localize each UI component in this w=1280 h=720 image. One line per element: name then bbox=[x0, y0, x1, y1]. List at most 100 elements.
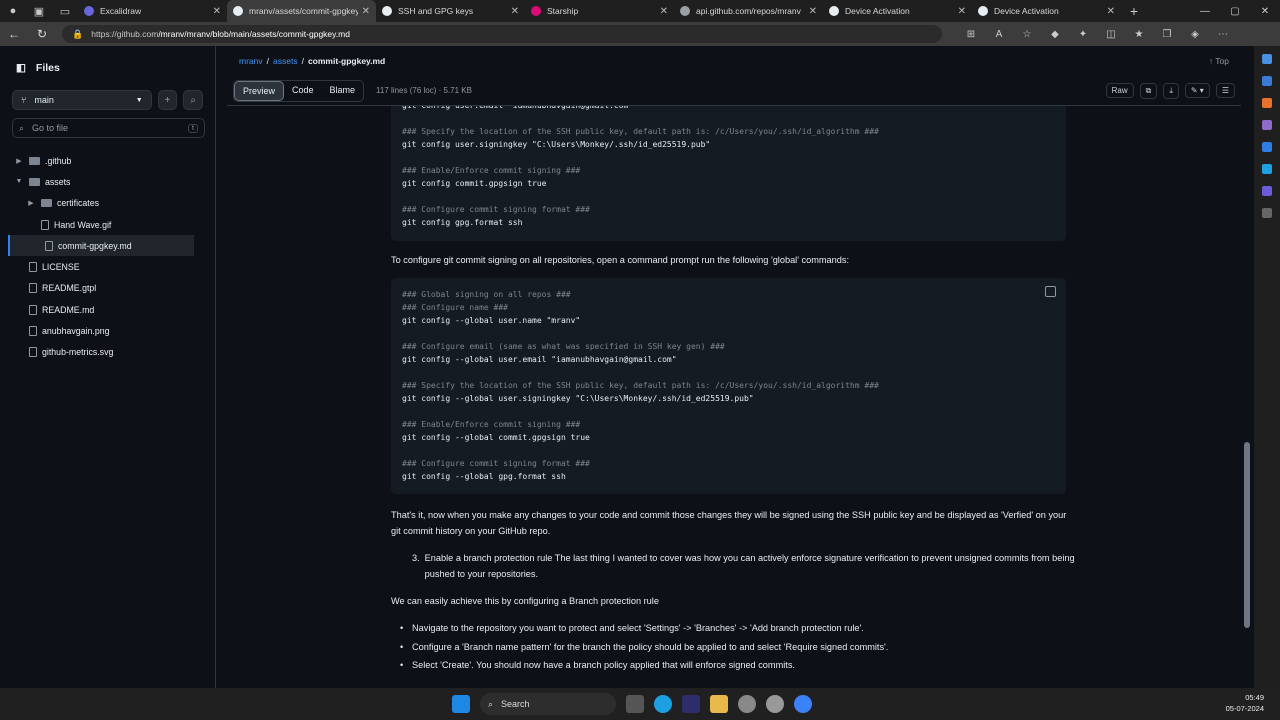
more-menu-icon[interactable]: ⋯ bbox=[1214, 29, 1232, 40]
file-icon bbox=[29, 347, 37, 358]
browser-tab[interactable]: SSH and GPG keys ✕ bbox=[376, 0, 525, 22]
read-aloud-icon[interactable]: A bbox=[990, 29, 1008, 40]
paragraph-global: To configure git commit signing on all r… bbox=[391, 255, 850, 265]
workspaces-icon[interactable]: ▣ bbox=[26, 0, 52, 22]
tree-item[interactable]: ▶ certificates bbox=[0, 193, 215, 214]
browser-tab[interactable]: Device Activation ✕ bbox=[972, 0, 1121, 22]
url-field[interactable]: 🔒 https://github.com/mranv/mranv/blob/ma… bbox=[62, 25, 942, 43]
outline-icon[interactable]: ☰ bbox=[1215, 83, 1235, 98]
profile-icon[interactable]: ● bbox=[0, 0, 26, 22]
tree-item[interactable]: commit-gpgkey.md bbox=[8, 235, 194, 257]
copy-icon[interactable] bbox=[1045, 286, 1056, 297]
add-file-button[interactable]: + bbox=[157, 90, 178, 110]
copilot-icon[interactable] bbox=[1262, 76, 1272, 86]
scrollbar-thumb[interactable] bbox=[1244, 442, 1250, 628]
system-clock[interactable]: 05:49 05-07-2024 bbox=[1226, 692, 1264, 714]
copy-icon[interactable]: ⧉ bbox=[1139, 82, 1158, 99]
browser-toolbar: ⊞ A ☆ ◆ ✦ ◫ ★ ❐ ◈ ⋯ bbox=[962, 29, 1232, 40]
close-tab-icon[interactable]: ✕ bbox=[958, 6, 966, 17]
tab-preview[interactable]: Preview bbox=[234, 80, 285, 101]
code-line: git config --global gpg.format ssh bbox=[402, 472, 566, 481]
collapse-sidebar-icon[interactable]: ◧ bbox=[16, 62, 26, 74]
list-item: • Configure a 'Branch name pattern' for t… bbox=[400, 638, 1082, 657]
close-tab-icon[interactable]: ✕ bbox=[213, 6, 221, 17]
chevron-right-icon[interactable]: ▶ bbox=[14, 157, 24, 165]
file-icon bbox=[29, 326, 37, 337]
favicon-icon bbox=[382, 6, 392, 16]
chevron-right-icon[interactable]: ▶ bbox=[26, 199, 36, 207]
telegram-icon[interactable] bbox=[1262, 164, 1272, 174]
edge-icon[interactable] bbox=[654, 695, 672, 713]
page-scrollbar[interactable] bbox=[1241, 46, 1254, 688]
games-icon[interactable] bbox=[1262, 120, 1272, 130]
tab-actions-icon[interactable]: ▭ bbox=[52, 0, 78, 22]
browser-tab[interactable]: Starship ✕ bbox=[525, 0, 674, 22]
raw-button[interactable]: Raw bbox=[1105, 83, 1134, 98]
close-tab-icon[interactable]: ✕ bbox=[511, 6, 519, 17]
tree-item[interactable]: ▶ .github bbox=[0, 150, 215, 171]
shopping-icon[interactable] bbox=[1262, 98, 1272, 108]
maximize-icon[interactable]: ▢ bbox=[1220, 0, 1250, 22]
vpn-icon[interactable]: ◈ bbox=[1186, 29, 1204, 40]
chevron-down-icon[interactable]: ▼ bbox=[14, 178, 24, 185]
close-tab-icon[interactable]: ✕ bbox=[660, 6, 668, 17]
extensions-puzzle-icon[interactable]: ✦ bbox=[1074, 29, 1092, 40]
tree-item[interactable]: Hand Wave.gif bbox=[0, 214, 215, 235]
outlook-icon[interactable] bbox=[1262, 142, 1272, 152]
close-window-icon[interactable]: ✕ bbox=[1250, 0, 1280, 22]
tree-item[interactable]: github-metrics.svg bbox=[0, 342, 215, 363]
minimize-icon[interactable]: — bbox=[1190, 0, 1220, 22]
tab-list: Excalidraw ✕ mranv/assets/commit-gpgkey ✕ SS… bbox=[78, 0, 1121, 22]
tree-item[interactable]: ▼ assets bbox=[0, 171, 215, 192]
download-icon[interactable]: ⤓ bbox=[1163, 82, 1179, 99]
taskbar-icons: ⌕ Search bbox=[452, 693, 812, 715]
favorites-icon[interactable]: ★ bbox=[1130, 29, 1148, 40]
taskbar-search[interactable]: ⌕ Search bbox=[480, 693, 616, 715]
close-tab-icon[interactable]: ✕ bbox=[809, 6, 817, 17]
new-tab-button[interactable]: + bbox=[1121, 0, 1147, 22]
edit-icon[interactable]: ✎ ▾ bbox=[1184, 83, 1210, 98]
top-link[interactable]: ↑ Top bbox=[1209, 56, 1229, 66]
close-tab-icon[interactable]: ✕ bbox=[362, 6, 370, 17]
github-desktop-icon[interactable] bbox=[766, 695, 784, 713]
recorder-icon[interactable] bbox=[794, 695, 812, 713]
favicon-icon bbox=[978, 6, 988, 16]
breadcrumb-owner[interactable]: mranv bbox=[239, 56, 263, 66]
windows-start-icon[interactable] bbox=[452, 695, 470, 713]
browser-tab[interactable]: Device Activation ✕ bbox=[823, 0, 972, 22]
browser-tab[interactable]: api.github.com/repos/mranv ✕ bbox=[674, 0, 823, 22]
extension-icon[interactable]: ◆ bbox=[1046, 29, 1064, 40]
tab-code[interactable]: Code bbox=[284, 81, 322, 101]
terminal-icon[interactable] bbox=[682, 695, 700, 713]
file-explorer-icon[interactable] bbox=[710, 695, 728, 713]
code-line: git config user.signingkey "C:\Users\Mon… bbox=[402, 140, 711, 149]
favorite-star-icon[interactable]: ☆ bbox=[1018, 29, 1036, 40]
search-files-button[interactable]: ⌕ bbox=[183, 90, 203, 110]
tab-blame[interactable]: Blame bbox=[322, 81, 364, 101]
back-icon[interactable]: ← bbox=[0, 27, 28, 41]
go-to-file-input[interactable]: ⌕ Go to file t bbox=[12, 118, 205, 138]
tree-item[interactable]: anubhavgain.png bbox=[0, 320, 215, 341]
add-app-icon[interactable] bbox=[1262, 208, 1272, 218]
tree-item[interactable]: README.md bbox=[0, 299, 215, 320]
file-tree: ▶ .github ▼ assets ▶ certificates Hand Wave.gi… bbox=[0, 150, 215, 363]
browser-tab[interactable]: Excalidraw ✕ bbox=[78, 0, 227, 22]
breadcrumb-folder[interactable]: assets bbox=[273, 56, 298, 66]
favicon-icon bbox=[84, 6, 94, 16]
close-tab-icon[interactable]: ✕ bbox=[1107, 6, 1115, 17]
browser-tab[interactable]: mranv/assets/commit-gpgkey ✕ bbox=[227, 0, 376, 22]
app-icon[interactable] bbox=[1262, 186, 1272, 196]
settings-icon[interactable] bbox=[738, 695, 756, 713]
refresh-icon[interactable]: ↻ bbox=[28, 27, 56, 41]
search-icon[interactable] bbox=[1262, 54, 1272, 64]
app-install-icon[interactable]: ⊞ bbox=[962, 29, 980, 40]
tree-item[interactable]: LICENSE bbox=[0, 256, 215, 277]
folder-icon bbox=[29, 156, 40, 165]
tree-item[interactable]: README.gtpl bbox=[0, 278, 215, 299]
task-view-icon[interactable] bbox=[626, 695, 644, 713]
collections-icon[interactable]: ❐ bbox=[1158, 29, 1176, 40]
split-screen-icon[interactable]: ◫ bbox=[1102, 29, 1120, 40]
branch-selector[interactable]: ⑂ main ▼ bbox=[12, 90, 152, 110]
